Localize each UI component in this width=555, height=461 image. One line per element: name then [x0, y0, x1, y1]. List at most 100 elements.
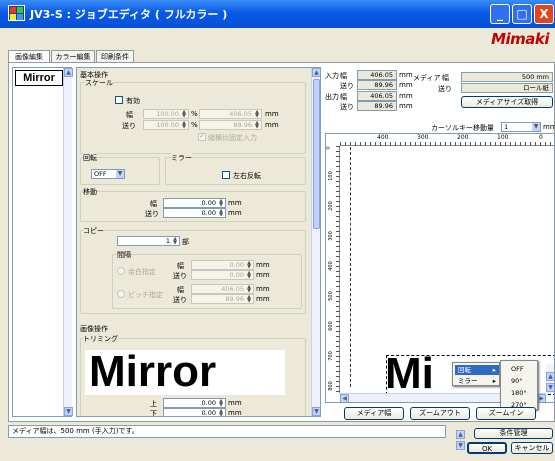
scale-feed-percent-input[interactable]: 100.00 ▲ ▼: [143, 120, 189, 130]
close-button[interactable]: X: [534, 4, 554, 24]
pitch-feed-input[interactable]: 89.96 ▲ ▼: [191, 294, 254, 304]
thumbnail-item[interactable]: Mirror: [15, 70, 63, 86]
mimaki-logo: Mimaki: [491, 30, 549, 48]
margin-radio[interactable]: [117, 267, 125, 275]
pitch-width-input[interactable]: 406.05 ▲ ▼: [191, 284, 254, 294]
media-width-button[interactable]: メディア幅: [344, 407, 404, 420]
spin-icon[interactable]: ▲ ▼: [245, 285, 253, 294]
spin-icon[interactable]: ▲ ▼: [245, 295, 253, 304]
pitch-width-value: 406.05: [221, 285, 244, 293]
cursor-move-label: カーソルキー移動量: [431, 124, 494, 132]
ruler-label: 600: [327, 321, 334, 331]
media-label: メディア: [413, 74, 441, 82]
trim-bottom-input[interactable]: 0.00 ▲ ▼: [163, 408, 226, 417]
mm-unit: mm: [228, 199, 242, 207]
margin-feed-input[interactable]: 0.00 ▲ ▼: [191, 270, 254, 280]
spin-icon[interactable]: ▲ ▼: [217, 409, 225, 417]
spin-icon[interactable]: ▲ ▼: [217, 209, 225, 218]
thumbnail-scrollbar[interactable]: ▲ ▼: [63, 68, 73, 416]
submenu-item-180[interactable]: 180°: [511, 389, 527, 397]
spin-icon[interactable]: ▲ ▼: [253, 121, 261, 130]
scroll-down-icon[interactable]: ▼: [64, 407, 73, 416]
submenu-item-off[interactable]: OFF: [511, 365, 524, 373]
context-item-mirror[interactable]: ミラー ▸: [455, 376, 499, 386]
scroll-right-icon[interactable]: ▶: [537, 394, 546, 402]
mm-unit: mm: [399, 71, 413, 79]
scroll-up-icon[interactable]: ▲: [456, 430, 465, 439]
cancel-button[interactable]: キャンセル: [511, 442, 553, 454]
rotate-value: OFF: [94, 170, 107, 178]
zoom-in-button[interactable]: ズームイン: [476, 407, 536, 420]
margin-feed-label: 送り: [173, 272, 187, 280]
rotate-submenu: OFF 90° 180° 270°: [500, 360, 538, 410]
context-item-rotate[interactable]: 回転 ▸: [455, 365, 499, 375]
ruler-label: 300: [417, 134, 429, 141]
spin-icon[interactable]: ▲ ▼: [171, 237, 179, 246]
media-width-value: 500 mm: [461, 72, 553, 82]
spin-icon[interactable]: ▲ ▼: [245, 271, 253, 280]
gap-title: 間隔: [117, 250, 131, 260]
trimming-preview-text: Mirror: [89, 350, 217, 395]
scale-enable-checkbox[interactable]: [115, 96, 123, 104]
mm-unit: mm: [256, 295, 270, 303]
spin-icon[interactable]: ▲ ▼: [245, 261, 253, 270]
condition-management-button[interactable]: 条件管理: [474, 428, 553, 439]
spin-icon[interactable]: ▲ ▼: [217, 399, 225, 408]
preview-vscrollbar[interactable]: ▲ ▼: [546, 364, 554, 393]
chevron-down-icon[interactable]: ▼: [116, 170, 124, 178]
mm-unit: mm: [228, 399, 242, 407]
percent-unit: %: [191, 121, 198, 129]
scale-group: [80, 82, 306, 154]
scroll-down-icon[interactable]: ▼: [456, 441, 465, 450]
move-feed-value: 0.00: [201, 209, 216, 217]
mm-unit: mm: [256, 271, 270, 279]
chevron-down-icon[interactable]: ▼: [532, 123, 540, 131]
scale-feed-mm-input[interactable]: 89.96 ▲ ▼: [199, 120, 262, 130]
minimize-button[interactable]: _: [490, 4, 510, 24]
percent-unit: %: [191, 110, 198, 118]
mm-unit: mm: [256, 261, 270, 269]
scroll-left-icon[interactable]: ◀: [340, 394, 349, 402]
copy-count-input[interactable]: 1 ▲ ▼: [117, 236, 180, 246]
thumbnail-list: Mirror ▲ ▼: [12, 67, 73, 417]
image-ops-title: 画像操作: [80, 325, 108, 333]
scroll-up-icon[interactable]: ▲: [64, 68, 73, 77]
scale-width-percent-input[interactable]: 100.00 ▲ ▼: [143, 109, 189, 119]
scroll-down-icon[interactable]: ▼: [546, 383, 554, 392]
ruler-label: 200: [457, 134, 469, 141]
pitch-radio[interactable]: [117, 290, 125, 298]
spin-icon[interactable]: ▲ ▼: [180, 121, 188, 130]
move-width-input[interactable]: 0.00 ▲ ▼: [163, 198, 226, 208]
maximize-button[interactable]: □: [512, 4, 532, 24]
trimming-preview[interactable]: Mirror: [85, 350, 285, 395]
ok-button[interactable]: OK: [467, 442, 507, 454]
input-width-value: 406.05: [357, 70, 397, 80]
aspect-ratio-label: 縦横比固定入力: [208, 134, 257, 142]
spin-icon[interactable]: ▲ ▼: [217, 199, 225, 208]
scroll-up-icon[interactable]: ▲: [546, 372, 554, 381]
scroll-down-icon[interactable]: ▼: [312, 407, 320, 416]
submenu-item-90[interactable]: 90°: [511, 377, 523, 385]
margin-width-input[interactable]: 0.00 ▲ ▼: [191, 260, 254, 270]
zoom-out-button[interactable]: ズームアウト: [410, 407, 470, 420]
submenu-arrow-icon: ▸: [492, 366, 496, 374]
get-media-size-button[interactable]: メディアサイズ取得: [461, 96, 553, 108]
spin-icon[interactable]: ▲ ▼: [253, 110, 261, 119]
ruler-label: 100: [327, 171, 334, 181]
scale-feed-label: 送り: [122, 122, 136, 130]
aspect-ratio-checkbox[interactable]: ✓: [198, 132, 206, 141]
rotate-select[interactable]: OFF ▼: [91, 169, 125, 179]
copy-count-value: 1: [165, 237, 170, 245]
submenu-arrow-icon: ▸: [492, 377, 496, 385]
scroll-thumb[interactable]: [313, 79, 320, 229]
mirror-horizontal-checkbox[interactable]: [222, 171, 230, 179]
cursor-move-select[interactable]: 1 ▼: [501, 122, 541, 132]
scale-width-percent-value: 100.00: [156, 110, 179, 118]
trim-top-input[interactable]: 0.00 ▲ ▼: [163, 398, 226, 408]
move-feed-label: 送り: [145, 210, 159, 218]
move-feed-input[interactable]: 0.00 ▲ ▼: [163, 208, 226, 218]
spin-icon[interactable]: ▲ ▼: [180, 110, 188, 119]
scroll-up-icon[interactable]: ▲: [312, 68, 320, 77]
scale-width-mm-input[interactable]: 406.05 ▲ ▼: [199, 109, 262, 119]
settings-scrollbar[interactable]: ▲ ▼: [311, 68, 320, 416]
